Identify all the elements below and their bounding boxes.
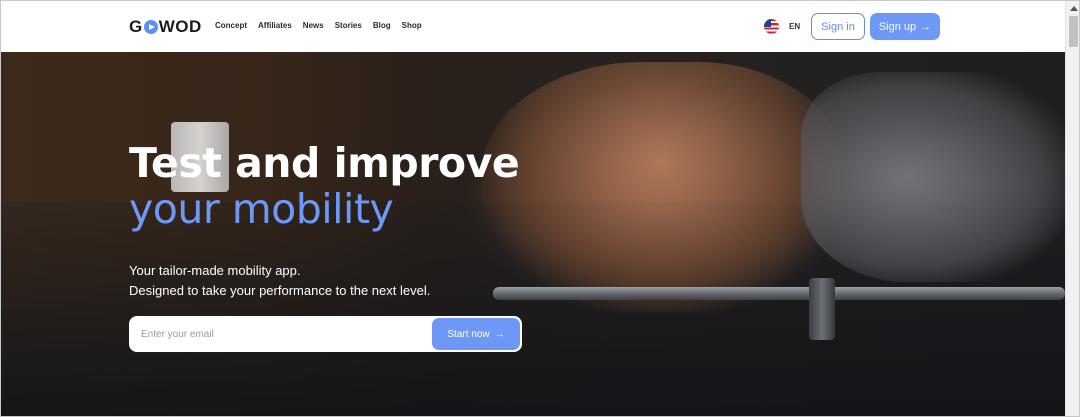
sign-in-button[interactable]: Sign in <box>811 13 865 40</box>
hero-subtitle: Your tailor-made mobility app. Designed … <box>129 261 430 301</box>
logo-text-left: G <box>129 17 143 36</box>
hero-background-shorts <box>801 72 1065 282</box>
email-input[interactable] <box>141 316 431 352</box>
hero-background-athlete <box>481 62 841 312</box>
hero-subtitle-line2: Designed to take your performance to the… <box>129 283 431 298</box>
hero-background-plate <box>809 278 835 340</box>
hero-subtitle-line1: Your tailor-made mobility app. <box>129 263 301 278</box>
start-now-label: Start now <box>447 328 490 340</box>
nav-news[interactable]: News <box>303 21 324 30</box>
vertical-scrollbar[interactable] <box>1065 1 1079 416</box>
site-header: G WOD Concept Affiliates News Stories Bl… <box>1 1 1065 52</box>
arrow-right-icon: → <box>920 20 932 33</box>
nav-affiliates[interactable]: Affiliates <box>258 21 292 30</box>
hero-title: Test and improve your mobility <box>129 139 520 233</box>
nav-stories[interactable]: Stories <box>335 21 362 30</box>
sign-up-label: Sign up <box>878 20 917 33</box>
language-selector[interactable]: EN <box>789 22 800 31</box>
hero-background-barbell <box>493 287 1065 300</box>
arrow-right-icon: → <box>494 328 505 340</box>
scrollbar-thumb[interactable] <box>1069 16 1078 47</box>
scroll-up-arrow-icon[interactable] <box>1070 6 1078 11</box>
gowod-logo[interactable]: G WOD <box>129 17 202 36</box>
us-flag-icon[interactable] <box>764 19 779 34</box>
start-now-button[interactable]: Start now → <box>432 318 520 350</box>
sign-up-button[interactable]: Sign up → <box>870 13 940 40</box>
nav-blog[interactable]: Blog <box>373 21 391 30</box>
email-signup-form: Start now → <box>129 316 522 352</box>
hero-section: Test and improve your mobility Your tail… <box>1 52 1065 416</box>
browser-page: G WOD Concept Affiliates News Stories Bl… <box>0 0 1080 417</box>
sign-in-label: Sign in <box>821 20 855 33</box>
play-icon <box>143 20 158 34</box>
main-nav: Concept Affiliates News Stories Blog Sho… <box>215 21 422 30</box>
hero-title-line2: your mobility <box>129 185 394 233</box>
nav-concept[interactable]: Concept <box>215 21 247 30</box>
hero-title-line1: Test and improve <box>129 139 520 187</box>
nav-shop[interactable]: Shop <box>402 21 422 30</box>
logo-text-right: WOD <box>158 17 202 36</box>
